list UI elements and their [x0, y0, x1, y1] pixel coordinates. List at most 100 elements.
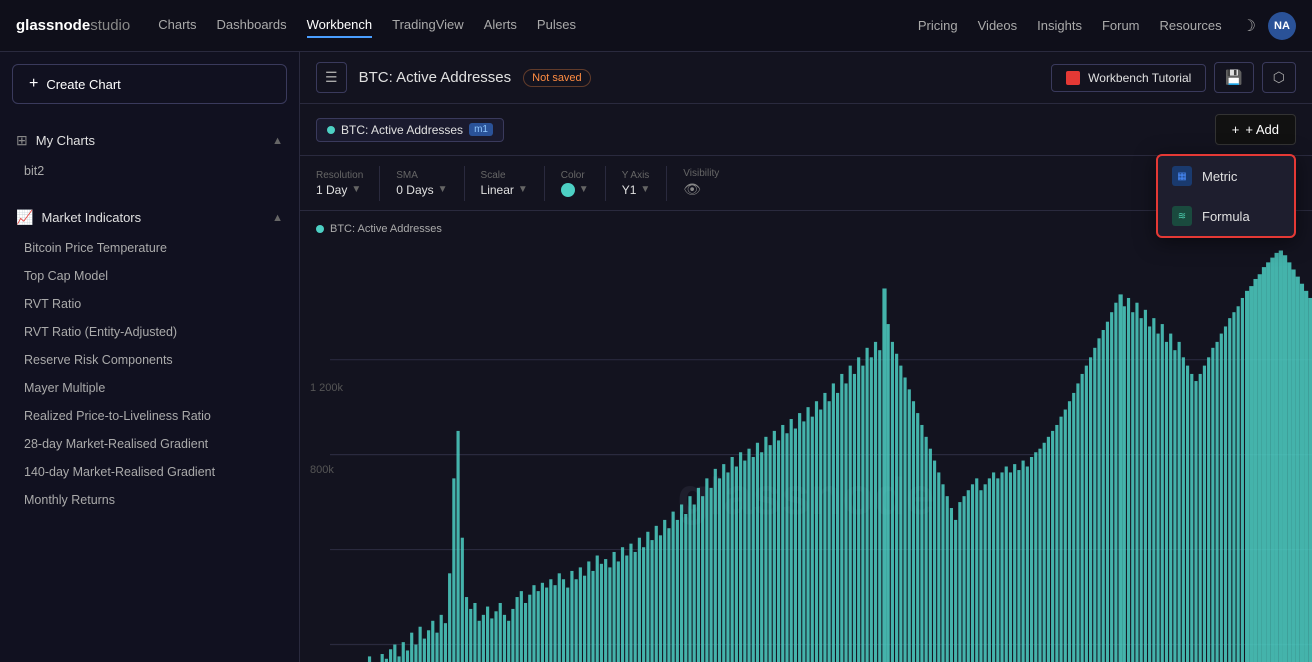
sidebar-item-realized-price[interactable]: Realized Price-to-Liveliness Ratio [0, 402, 299, 430]
nav-dashboards[interactable]: Dashboards [217, 13, 287, 38]
color-chevron: ▼ [579, 184, 589, 195]
formula-icon-sq: ≋ [1172, 206, 1192, 226]
chart-legend: BTC: Active Addresses [316, 223, 442, 235]
eye-icon[interactable]: 👁 [683, 181, 701, 198]
legend-label: BTC: Active Addresses [330, 223, 442, 235]
logo-text: glassnodestudio [16, 17, 130, 34]
scale-value[interactable]: Linear ▼ [481, 183, 528, 197]
legend-dot [316, 225, 324, 233]
market-indicators-title: Market Indicators [41, 210, 141, 225]
metric-icon-sq: ▦ [1172, 166, 1192, 186]
sma-value[interactable]: 0 Days ▼ [396, 183, 447, 197]
scale-label: Scale [481, 170, 528, 181]
resolution-label: Resolution [316, 170, 363, 181]
resolution-chevron: ▼ [351, 184, 361, 195]
chart-title: BTC: Active Addresses [359, 69, 512, 86]
color-control: Color ▼ [545, 166, 606, 201]
sidebar-item-140day[interactable]: 140-day Market-Realised Gradient [0, 458, 299, 486]
color-value[interactable]: ▼ [561, 183, 589, 197]
nav-insights[interactable]: Insights [1037, 18, 1082, 33]
add-dropdown: ▦ Metric ≋ Formula [1156, 154, 1296, 238]
logo: glassnodestudio [16, 17, 130, 34]
metric-badge: m1 [469, 123, 493, 136]
add-section: + + Add ▦ Metric ≋ Formula [1215, 114, 1296, 145]
nav-alerts[interactable]: Alerts [484, 13, 517, 38]
tutorial-icon [1066, 71, 1080, 85]
market-indicators-chevron: ▲ [272, 212, 283, 224]
sidebar-item-rvt[interactable]: RVT Ratio [0, 290, 299, 318]
nav-icons: ☽ NA [1242, 12, 1296, 40]
sidebar-item-reserve-risk[interactable]: Reserve Risk Components [0, 346, 299, 374]
dropdown-formula[interactable]: ≋ Formula [1158, 196, 1294, 236]
formula-icon: ≋ [1178, 211, 1186, 222]
metric-icon: ▦ [1177, 171, 1186, 182]
sidebar-item-monthly-returns[interactable]: Monthly Returns [0, 486, 299, 514]
add-plus-icon: + [1232, 122, 1240, 137]
resolution-value[interactable]: 1 Day ▼ [316, 183, 363, 197]
market-indicators-icon: 📈 [16, 209, 33, 226]
nav-pulses[interactable]: Pulses [537, 13, 576, 38]
tutorial-btn-label: Workbench Tutorial [1088, 71, 1191, 85]
main-layout: + Create Chart ⊞ My Charts ▲ bit2 📈 Mark… [0, 0, 1312, 662]
dropdown-metric-label: Metric [1202, 169, 1237, 184]
yaxis-chevron: ▼ [640, 184, 650, 195]
workbench-tutorial-button[interactable]: Workbench Tutorial [1051, 64, 1206, 92]
plus-icon: + [29, 75, 38, 93]
dropdown-metric[interactable]: ▦ Metric [1158, 156, 1294, 196]
scale-control: Scale Linear ▼ [465, 166, 545, 201]
save-button[interactable]: 💾 [1214, 62, 1253, 93]
nav-charts[interactable]: Charts [158, 13, 196, 38]
chart-area: BTC: Active Addresses 1 200k 800k glassn… [300, 211, 1312, 662]
theme-toggle-icon[interactable]: ☽ [1242, 16, 1256, 36]
avatar[interactable]: NA [1268, 12, 1296, 40]
sidebar-item-mayer[interactable]: Mayer Multiple [0, 374, 299, 402]
nav-pricing[interactable]: Pricing [918, 18, 958, 33]
add-btn-label: + Add [1245, 122, 1279, 137]
nav-workbench[interactable]: Workbench [307, 13, 373, 38]
sidebar-item-bit2[interactable]: bit2 [0, 157, 299, 185]
yaxis-value[interactable]: Y1 ▼ [622, 183, 651, 197]
nav-tradingview[interactable]: TradingView [392, 13, 464, 38]
market-indicators-section: 📈 Market Indicators ▲ Bitcoin Price Temp… [0, 193, 299, 522]
top-nav: glassnodestudio Charts Dashboards Workbe… [0, 0, 1312, 52]
hamburger-button[interactable]: ☰ [316, 62, 347, 93]
chart-header-left: ☰ BTC: Active Addresses Not saved [316, 62, 591, 93]
sma-label: SMA [396, 170, 447, 181]
share-button[interactable]: ⬡ [1262, 62, 1296, 93]
create-chart-button[interactable]: + Create Chart [12, 64, 287, 104]
resolution-control: Resolution 1 Day ▼ [316, 166, 380, 201]
section-left: ⊞ My Charts [16, 132, 95, 149]
market-indicators-header[interactable]: 📈 Market Indicators ▲ [0, 201, 299, 234]
my-charts-title: My Charts [36, 133, 95, 148]
create-chart-label: Create Chart [46, 77, 120, 92]
sidebar-item-bitcoin-price-temp[interactable]: Bitcoin Price Temperature [0, 234, 299, 262]
content-area: ☰ BTC: Active Addresses Not saved Workbe… [300, 52, 1312, 662]
nav-resources[interactable]: Resources [1160, 18, 1222, 33]
nav-right: Pricing Videos Insights Forum Resources … [918, 12, 1296, 40]
color-dot[interactable] [561, 183, 575, 197]
my-charts-header[interactable]: ⊞ My Charts ▲ [0, 124, 299, 157]
metric-bar: BTC: Active Addresses m1 + + Add ▦ Metri… [300, 104, 1312, 156]
sma-control: SMA 0 Days ▼ [380, 166, 464, 201]
sidebar-item-rvt-entity[interactable]: RVT Ratio (Entity-Adjusted) [0, 318, 299, 346]
chart-svg [330, 241, 1312, 662]
chart-header-right: Workbench Tutorial 💾 ⬡ [1051, 62, 1296, 93]
not-saved-badge: Not saved [523, 69, 591, 87]
scale-chevron: ▼ [518, 184, 528, 195]
yaxis-label: Y Axis [622, 170, 651, 181]
visibility-control: Visibility 👁 [667, 164, 735, 202]
metric-tag[interactable]: BTC: Active Addresses m1 [316, 118, 504, 142]
add-button[interactable]: + + Add [1215, 114, 1296, 145]
dropdown-formula-label: Formula [1202, 209, 1250, 224]
sidebar-item-top-cap[interactable]: Top Cap Model [0, 262, 299, 290]
sidebar: + Create Chart ⊞ My Charts ▲ bit2 📈 Mark… [0, 52, 300, 662]
sma-chevron: ▼ [438, 184, 448, 195]
sidebar-item-28day[interactable]: 28-day Market-Realised Gradient [0, 430, 299, 458]
section-left-mi: 📈 Market Indicators [16, 209, 141, 226]
my-charts-section: ⊞ My Charts ▲ bit2 [0, 116, 299, 193]
metric-color-dot [327, 126, 335, 134]
nav-links: Charts Dashboards Workbench TradingView … [158, 13, 576, 38]
visibility-value[interactable]: 👁 [683, 181, 719, 198]
nav-forum[interactable]: Forum [1102, 18, 1140, 33]
nav-videos[interactable]: Videos [978, 18, 1018, 33]
